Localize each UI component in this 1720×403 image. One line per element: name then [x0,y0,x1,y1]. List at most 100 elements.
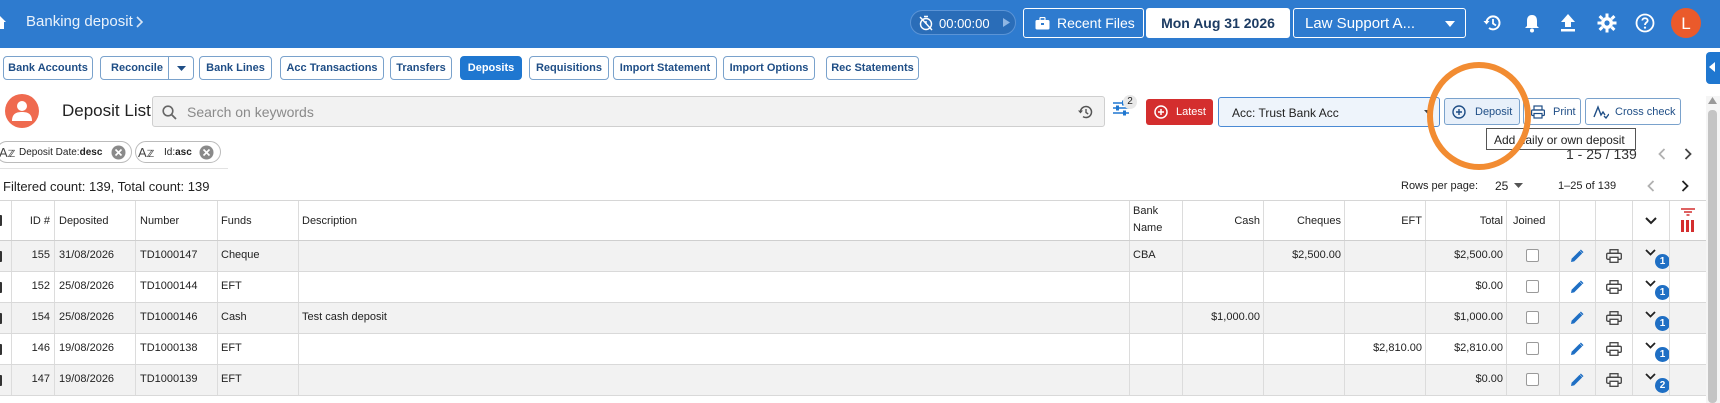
chevron-down-icon[interactable] [1645,217,1657,225]
chevron-down-icon[interactable] [1645,311,1656,318]
history-icon[interactable] [1483,13,1503,33]
side-panel-toggle[interactable] [1706,52,1720,84]
row-select-checkbox[interactable] [0,313,2,324]
law-support-select[interactable]: Law Support A... [1293,8,1466,38]
col-number[interactable]: Number [140,201,215,240]
printer-icon[interactable] [1606,249,1622,263]
latest-button[interactable]: Latest [1146,99,1213,125]
help-icon[interactable] [1635,13,1655,33]
col-id[interactable]: ID # [12,201,52,240]
search-input[interactable] [187,102,1017,122]
cell-bank-name [1133,272,1181,302]
chevron-left-icon[interactable] [1658,148,1666,160]
chevron-right-icon[interactable] [1684,148,1692,160]
tab-import-statement[interactable]: Import Statement [613,56,717,80]
tab-acc-transactions[interactable]: Acc Transactions [280,56,384,80]
sort-chip-deposit-date[interactable]: A𝕫 Deposit Date:desc [0,141,132,163]
pencil-icon[interactable] [1570,373,1584,387]
rows-per-page-label: Rows per page: [1401,180,1479,192]
dropdown-caret-icon[interactable] [1514,183,1523,188]
reconcile-menu-button[interactable] [168,56,194,80]
tab-bank-accounts[interactable]: Bank Accounts [3,56,93,80]
cross-check-button[interactable]: Cross check [1585,98,1681,125]
row-select-checkbox[interactable] [0,282,2,293]
col-funds[interactable]: Funds [221,201,296,240]
upload-icon[interactable] [1560,13,1576,33]
user-avatar[interactable]: L [1671,8,1701,38]
tab-transfers[interactable]: Transfers [390,56,452,80]
attachment-count-badge: 1 [1655,254,1670,269]
timer-off-icon [918,15,934,31]
home-icon[interactable] [0,14,6,30]
row-select-checkbox[interactable] [0,375,2,386]
pencil-icon[interactable] [1570,342,1584,356]
tab-import-options[interactable]: Import Options [723,56,815,80]
printer-icon[interactable] [1606,280,1622,294]
chevron-right-icon[interactable] [1681,180,1689,192]
scrollbar-thumb[interactable] [1708,110,1717,403]
cell-funds: EFT [221,342,242,354]
search-history-icon[interactable] [1078,104,1094,120]
print-button[interactable]: Print [1523,98,1581,125]
attachment-count-badge: 2 [1655,378,1670,393]
timer-pill[interactable]: 00:00:00 [910,10,1016,35]
select-all-checkbox[interactable] [0,215,2,226]
col-bank-name[interactable]: Bank Name [1133,201,1183,240]
joined-checkbox[interactable] [1526,342,1539,355]
tab-rec-statements[interactable]: Rec Statements [826,56,919,80]
pencil-icon[interactable] [1570,280,1584,294]
cell-cheques [1264,365,1344,395]
close-icon[interactable] [111,145,126,160]
table-row[interactable]: 147 19/08/2026 TD1000139 EFT $0.00 2 [0,365,1706,396]
rows-per-page-select[interactable]: 25 [1495,179,1508,193]
col-total[interactable]: Total [1426,201,1506,240]
tab-deposits[interactable]: Deposits [460,56,522,80]
printer-icon[interactable] [1606,373,1622,387]
date-button[interactable]: Mon Aug 31 2026 [1146,8,1290,38]
table-row[interactable]: 155 31/08/2026 TD1000147 Cheque CBA $2,500.00… [0,241,1706,272]
scroll-up-arrow-icon[interactable] [1708,97,1717,104]
chevron-down-icon[interactable] [1645,249,1656,256]
cell-id: 146 [31,342,50,354]
col-cheques[interactable]: Cheques [1264,201,1344,240]
column-chooser-icon[interactable] [1681,220,1694,232]
bell-icon[interactable] [1523,13,1541,33]
cell-number: TD1000147 [140,249,198,261]
joined-checkbox[interactable] [1526,280,1539,293]
account-select[interactable]: Acc: Trust Bank Acc [1218,97,1440,127]
col-cash[interactable]: Cash [1183,201,1263,240]
col-joined[interactable]: Joined [1513,201,1557,240]
recent-files-button[interactable]: Recent Files [1023,8,1144,38]
row-select-checkbox[interactable] [0,251,2,262]
chevron-down-icon[interactable] [1645,373,1656,380]
close-icon[interactable] [199,145,214,160]
col-description[interactable]: Description [302,201,602,240]
joined-checkbox[interactable] [1526,249,1539,262]
column-filter-icon[interactable] [1681,208,1695,216]
chevron-left-icon[interactable] [1647,180,1655,192]
tab-requisitions[interactable]: Requisitions [529,56,609,80]
chevron-down-icon[interactable] [1645,342,1656,349]
pencil-icon[interactable] [1570,311,1584,325]
tab-reconcile[interactable]: Reconcile [100,56,174,80]
joined-checkbox[interactable] [1526,311,1539,324]
tab-bank-lines[interactable]: Bank Lines [199,56,272,80]
table-row[interactable]: 152 25/08/2026 TD1000144 EFT $0.00 1 [0,272,1706,303]
col-deposited[interactable]: Deposited [59,201,134,240]
chevron-down-icon[interactable] [1645,280,1656,287]
table-row[interactable]: 146 19/08/2026 TD1000138 EFT $2,810.00 $2,810… [0,334,1706,365]
col-eft[interactable]: EFT [1345,201,1425,240]
cell-cheques [1264,272,1344,302]
printer-icon[interactable] [1606,342,1622,356]
table-row[interactable]: 154 25/08/2026 TD1000146 Cash Test cash depo… [0,303,1706,334]
breadcrumb-banking-deposit[interactable]: Banking deposit [26,13,133,30]
sort-chip-id[interactable]: A𝕫 Id:asc [135,141,221,163]
joined-checkbox[interactable] [1526,373,1539,386]
printer-icon[interactable] [1606,311,1622,325]
play-icon[interactable] [1003,18,1010,27]
pencil-icon[interactable] [1570,249,1584,263]
cell-total: $2,810.00 [1454,342,1503,354]
gear-icon[interactable] [1597,13,1617,33]
row-select-checkbox[interactable] [0,344,2,355]
cell-bank-name: CBA [1133,249,1156,261]
